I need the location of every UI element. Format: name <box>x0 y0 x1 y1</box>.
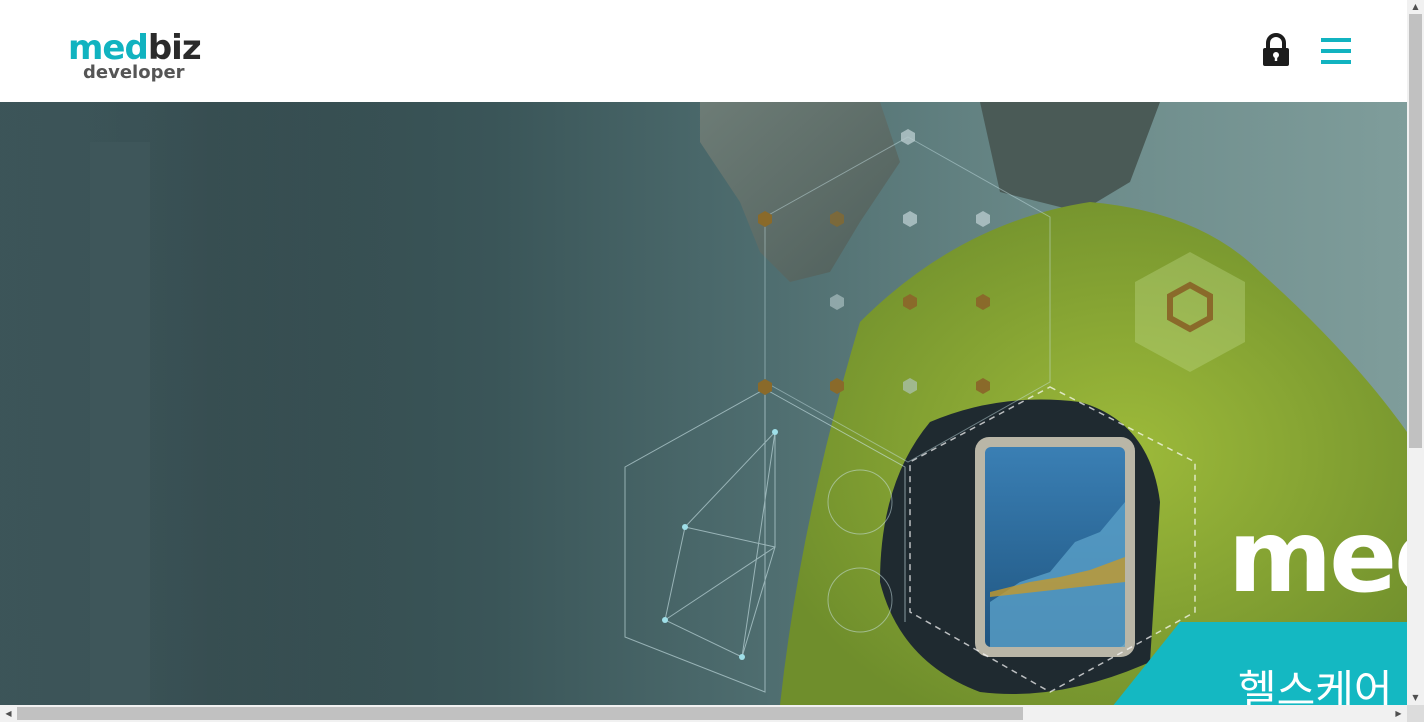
menu-bar-top <box>1321 38 1351 42</box>
lock-icon <box>1263 33 1289 66</box>
scroll-left-arrow-icon[interactable]: ◀ <box>0 705 17 722</box>
scrollbar-corner <box>1407 705 1424 722</box>
medbiz-logo[interactable]: medbiz developer <box>68 30 202 86</box>
horizontal-scrollbar[interactable]: ◀ ▶ <box>0 705 1407 722</box>
hero-title: med <box>1228 498 1407 615</box>
scroll-down-arrow-icon[interactable]: ▼ <box>1407 691 1424 705</box>
logo-wordmark: medbiz <box>68 30 202 66</box>
logo-subtitle: developer <box>83 62 185 83</box>
horizontal-scroll-thumb[interactable] <box>17 707 1023 720</box>
site-header: medbiz developer <box>0 0 1407 102</box>
hamburger-menu-button[interactable] <box>1318 36 1354 66</box>
vertical-scrollbar[interactable]: ▲ ▼ <box>1407 0 1424 705</box>
hero-banner: med 헬스케어 <box>0 102 1407 705</box>
menu-bar-middle <box>1321 49 1351 53</box>
hero-background-illustration <box>0 102 1407 705</box>
login-lock-button[interactable] <box>1260 33 1292 69</box>
scroll-right-arrow-icon[interactable]: ▶ <box>1390 705 1407 722</box>
page-viewport: medbiz developer me 헬스케어 <box>0 0 1407 705</box>
vertical-scroll-thumb[interactable] <box>1409 14 1422 448</box>
scroll-up-arrow-icon[interactable]: ▲ <box>1407 0 1424 14</box>
hero-subtitle: 헬스케어 <box>1238 666 1393 706</box>
menu-bar-bottom <box>1321 60 1351 64</box>
